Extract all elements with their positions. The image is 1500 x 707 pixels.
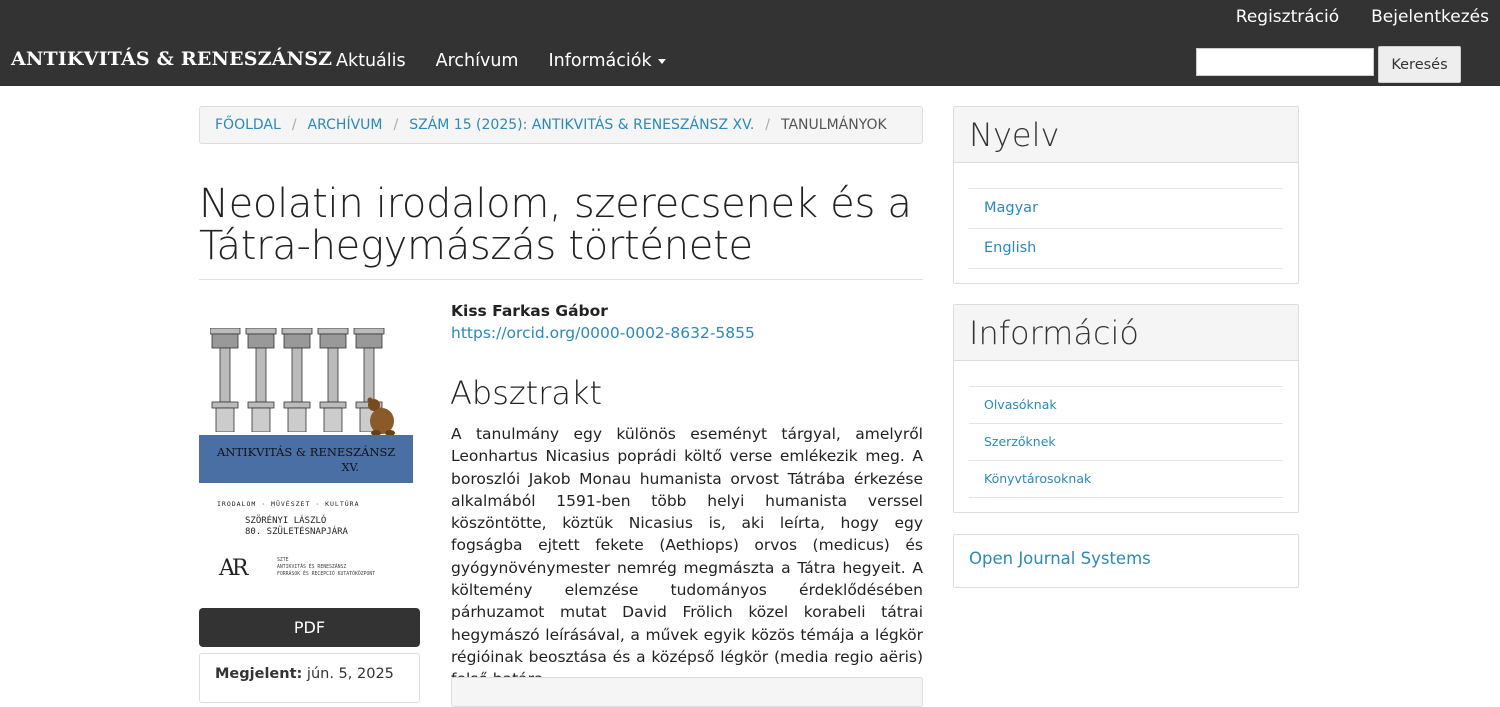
bear-icon	[367, 397, 395, 436]
search-input[interactable]	[1196, 48, 1374, 76]
list-item: Magyar	[969, 188, 1283, 229]
register-link[interactable]: Regisztráció	[1215, 0, 1350, 34]
cover-dedication-line1: SZÖRÉNYI LÁSZLÓ	[245, 516, 327, 526]
main-nav: Aktuális Archívum Információk	[321, 44, 681, 78]
published-date: jún. 5, 2025	[306, 666, 394, 682]
published-info: Megjelent: jún. 5, 2025	[199, 653, 420, 703]
breadcrumb-current: Tanulmányok	[781, 117, 887, 133]
top-navbar: Regisztráció Bejelentkezés ANTIKVITÁS & …	[0, 0, 1500, 86]
cover-dedication-line2: 80. SZÜLETÉSNAPJÁRA	[245, 527, 348, 537]
info-librarians-link[interactable]: Könyvtárosoknak	[969, 461, 1283, 497]
cover-institution-line1: SZTE	[277, 558, 289, 563]
information-list: Olvasóknak Szerzőknek Könyvtárosoknak	[954, 386, 1298, 498]
cover-institution-line3: FORRÁSOK ÉS RECEPCIÓ KUTATÓKÖZPONT	[277, 572, 376, 577]
cover-institution-line2: ANTIKVITÁS ÉS RENESZÁNSZ	[277, 565, 347, 570]
article-title-line1: Neolatin irodalom, szerecsenek és a	[199, 181, 912, 227]
ar-logo: AR	[219, 556, 249, 581]
breadcrumb-separator: /	[291, 117, 297, 133]
ojs-link[interactable]: Open Journal Systems	[969, 549, 1151, 568]
breadcrumb-separator: /	[393, 117, 399, 133]
orcid-link[interactable]: https://orcid.org/0000-0002-8632-5855	[451, 324, 755, 342]
title-divider	[199, 279, 923, 280]
author-name: Kiss Farkas Gábor	[451, 302, 608, 320]
nav-current[interactable]: Aktuális	[321, 44, 421, 78]
list-item: Olvasóknak	[969, 386, 1283, 424]
cover-band-title: ANTIKVITÁS & RENESZÁNSZ	[217, 445, 396, 459]
issue-cover-image[interactable]: ANTIKVITÁS & RENESZÁNSZ XV. IRODALOM · M…	[199, 320, 413, 588]
information-panel-title: Információ	[954, 305, 1298, 361]
breadcrumb-separator: /	[765, 117, 771, 133]
columns-illustration	[210, 328, 385, 432]
breadcrumb-issue[interactable]: Szám 15 (2025): Antikvitás & Reneszánsz …	[409, 117, 754, 133]
list-item: Könyvtárosoknak	[969, 461, 1283, 498]
breadcrumb-archive[interactable]: Archívum	[308, 117, 383, 133]
breadcrumb-home[interactable]: Főoldal	[215, 117, 281, 133]
abstract-text: A tanulmány egy különös eseményt tárgyal…	[451, 425, 923, 688]
breadcrumb: Főoldal / Archívum / Szám 15 (2025): Ant…	[199, 106, 923, 144]
language-list: Magyar English	[954, 188, 1298, 269]
info-readers-link[interactable]: Olvasóknak	[969, 387, 1283, 423]
cover-subtitle: IRODALOM · MŰVÉSZET · KULTÚRA	[217, 500, 360, 508]
cover-band-volume: XV.	[341, 461, 359, 474]
cover-dedication: SZÖRÉNYI LÁSZLÓ 80. SZÜLETÉSNAPJÁRA	[245, 516, 348, 538]
site-brand[interactable]: ANTIKVITÁS & RENESZÁNSZ	[11, 48, 332, 70]
caret-down-icon	[657, 58, 666, 64]
article-title: Neolatin irodalom, szerecsenek és a Tátra…	[199, 183, 923, 267]
list-item: English	[969, 229, 1283, 269]
login-link[interactable]: Bejelentkezés	[1350, 0, 1500, 34]
language-panel: Nyelv Magyar English	[953, 106, 1299, 284]
nav-archive[interactable]: Archívum	[421, 44, 534, 78]
abstract-heading: Absztrakt	[450, 374, 603, 412]
language-panel-title: Nyelv	[954, 107, 1298, 163]
cover-title-band: ANTIKVITÁS & RENESZÁNSZ XV.	[199, 435, 413, 483]
cover-institution: SZTE ANTIKVITÁS ÉS RENESZÁNSZ FORRÁSOK É…	[277, 557, 375, 578]
article-details-box	[451, 677, 923, 707]
pdf-download-button[interactable]: PDF	[199, 608, 420, 647]
article-title-line2: Tátra-hegymászás története	[199, 223, 753, 269]
info-authors-link[interactable]: Szerzőknek	[969, 424, 1283, 460]
list-item: Szerzőknek	[969, 424, 1283, 461]
nav-information[interactable]: Információk	[533, 44, 680, 78]
language-english-link[interactable]: English	[969, 229, 1283, 268]
search-button[interactable]: Keresés	[1378, 46, 1461, 83]
ojs-panel: Open Journal Systems	[953, 534, 1299, 588]
language-hungarian-link[interactable]: Magyar	[969, 189, 1283, 228]
user-nav: Regisztráció Bejelentkezés	[1215, 0, 1500, 34]
nav-information-label: Információk	[548, 51, 652, 71]
information-panel: Információ Olvasóknak Szerzőknek Könyvtá…	[953, 304, 1299, 513]
published-label: Megjelent:	[215, 666, 303, 682]
